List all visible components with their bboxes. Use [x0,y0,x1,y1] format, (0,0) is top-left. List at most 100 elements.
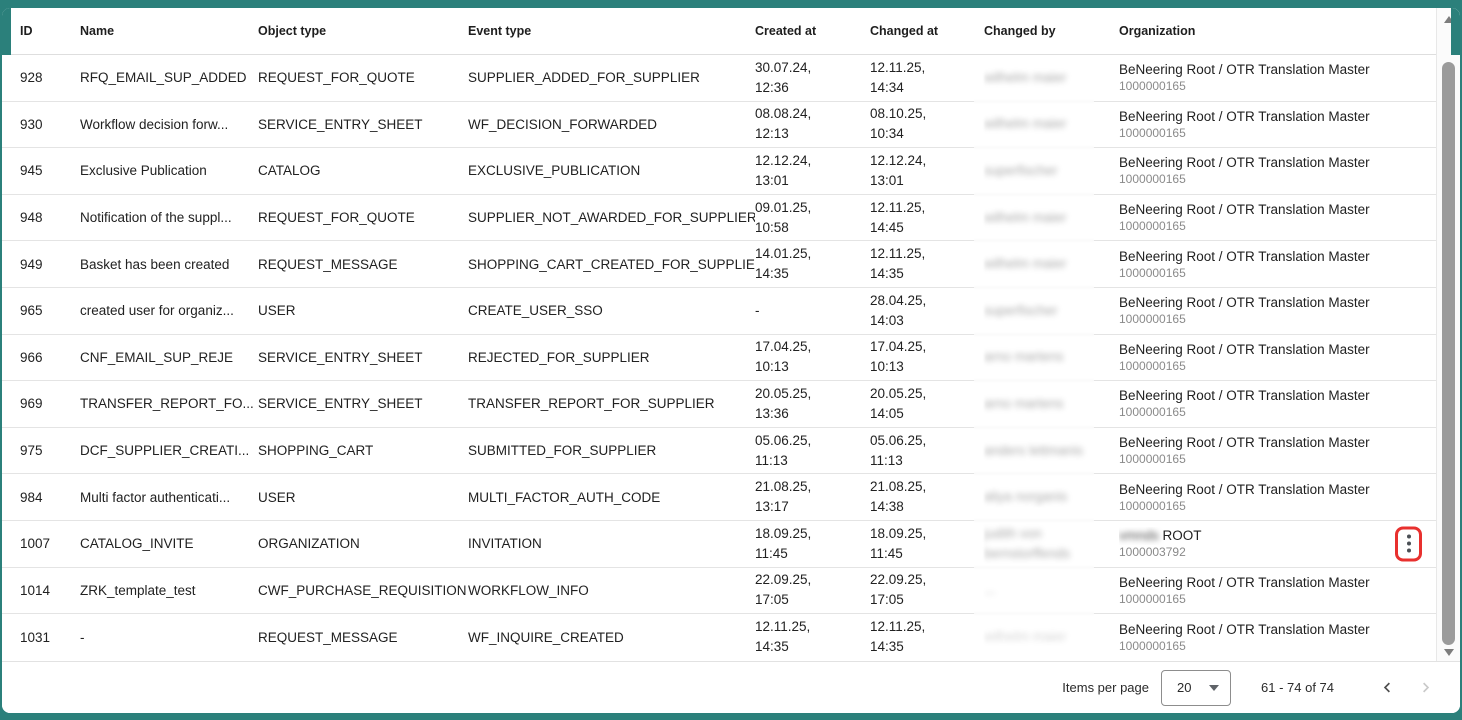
organization-id: 1000000165 [1119,592,1426,607]
cell-organization: BeNeering Root / OTR Translation Master1… [1119,481,1436,514]
cell-name: RFQ_EMAIL_SUP_ADDED [80,68,258,87]
cell-organization: vmnds ROOT1000003792 [1119,527,1436,560]
cell-id: 1007 [2,534,80,553]
cell-object-type: REQUEST_MESSAGE [258,255,468,274]
table-row[interactable]: 1007 CATALOG_INVITE ORGANIZATION INVITAT… [2,521,1436,568]
scrollbar-thumb[interactable] [1442,62,1455,645]
cell-event-type: SHOPPING_CART_CREATED_FOR_SUPPLIER [468,255,755,274]
cell-created-at: 18.09.25,11:45 [755,524,870,564]
table-row[interactable]: 930 Workflow decision forw... SERVICE_EN… [2,102,1436,149]
cell-changed-by-redacted: arno martens [984,394,1119,414]
frame-corner-left [2,8,11,55]
organization-id: 1000000165 [1119,219,1426,234]
organization-id: 1000000165 [1119,266,1426,281]
cell-object-type: SHOPPING_CART [258,441,468,460]
cell-organization: BeNeering Root / OTR Translation Master1… [1119,108,1436,141]
page-size-select[interactable]: 20 [1161,670,1231,706]
cell-organization: BeNeering Root / OTR Translation Master1… [1119,248,1436,281]
cell-changed-at: 21.08.25,14:38 [870,477,984,517]
cell-changed-at: 18.09.25,11:45 [870,524,984,564]
organization-id: 1000000165 [1119,126,1426,141]
chevron-right-icon [1418,680,1433,695]
cell-event-type: SUBMITTED_FOR_SUPPLIER [468,441,755,460]
cell-name: Basket has been created [80,255,258,274]
cell-id: 966 [2,348,80,367]
table-row[interactable]: 928 RFQ_EMAIL_SUP_ADDED REQUEST_FOR_QUOT… [2,55,1436,102]
kebab-dot [1407,535,1411,539]
cell-object-type: REQUEST_FOR_QUOTE [258,208,468,227]
cell-event-type: TRANSFER_REPORT_FOR_SUPPLIER [468,394,755,413]
table-row[interactable]: 949 Basket has been created REQUEST_MESS… [2,241,1436,288]
org-prefix-redacted: vmnds [1119,528,1159,543]
cell-name: Exclusive Publication [80,161,258,180]
cell-event-type: WORKFLOW_INFO [468,581,755,600]
row-actions-kebab-button[interactable] [1395,526,1422,561]
cell-created-at: 20.05.25,13:36 [755,384,870,424]
cell-event-type: SUPPLIER_NOT_AWARDED_FOR_SUPPLIER [468,208,755,227]
cell-id: 1014 [2,581,80,600]
organization-id: 1000003792 [1119,545,1426,560]
table-row[interactable]: 984 Multi factor authenticati... USER MU… [2,474,1436,521]
cell-object-type: SERVICE_ENTRY_SHEET [258,115,468,134]
cell-name: - [80,628,258,647]
table-row[interactable]: 1014 ZRK_template_test CWF_PURCHASE_REQU… [2,568,1436,615]
cell-changed-by-redacted: wilhelm maier [984,68,1119,88]
table-row[interactable]: 975 DCF_SUPPLIER_CREATI... SHOPPING_CART… [2,428,1436,475]
cell-changed-at: 12.11.25,14:45 [870,198,984,238]
cell-event-type: WF_DECISION_FORWARDED [468,115,755,134]
chevron-left-icon [1380,680,1395,695]
cell-created-at: 08.08.24,12:13 [755,104,870,144]
organization-id: 1000000165 [1119,359,1426,374]
cell-id: 1031 [2,628,80,647]
table-row[interactable]: 965 created user for organiz... USER CRE… [2,288,1436,335]
cell-organization: BeNeering Root / OTR Translation Master1… [1119,387,1436,420]
cell-name: TRANSFER_REPORT_FO... [80,394,258,413]
cell-changed-by-redacted: ... [984,580,1119,600]
cell-created-at: 09.01.25,10:58 [755,198,870,238]
page-range-label: 61 - 74 of 74 [1261,680,1334,695]
cell-id: 984 [2,488,80,507]
cell-event-type: SUPPLIER_ADDED_FOR_SUPPLIER [468,68,755,87]
column-header-event-type: Event type [468,24,755,38]
table-row[interactable]: 966 CNF_EMAIL_SUP_REJE SERVICE_ENTRY_SHE… [2,335,1436,382]
cell-id: 928 [2,68,80,87]
cell-event-type: WF_INQUIRE_CREATED [468,628,755,647]
cell-changed-by-redacted: arno martens [984,347,1119,367]
cell-changed-by-redacted: anders lettmanis [984,441,1119,461]
cell-changed-at: 08.10.25,10:34 [870,104,984,144]
cell-created-at: 30.07.24,12:36 [755,58,870,98]
cell-created-at: 14.01.25,14:35 [755,244,870,284]
cell-organization: BeNeering Root / OTR Translation Master1… [1119,294,1436,327]
cell-name: CATALOG_INVITE [80,534,258,553]
cell-object-type: REQUEST_MESSAGE [258,628,468,647]
scroll-down-button[interactable] [1437,645,1460,659]
cell-changed-at: 20.05.25,14:05 [870,384,984,424]
events-table: IDNameObject typeEvent typeCreated atCha… [2,8,1436,661]
cell-event-type: INVITATION [468,534,755,553]
table-card: IDNameObject typeEvent typeCreated atCha… [2,8,1460,713]
cell-object-type: ORGANIZATION [258,534,468,553]
column-header-created-at: Created at [755,24,870,38]
cell-id: 975 [2,441,80,460]
cell-changed-by-redacted: superfischer [984,301,1119,321]
cell-created-at: 21.08.25,13:17 [755,477,870,517]
organization-id: 1000000165 [1119,79,1426,94]
cell-changed-at: 17.04.25,10:13 [870,337,984,377]
table-row[interactable]: 948 Notification of the suppl... REQUEST… [2,195,1436,242]
table-row[interactable]: 1031 - REQUEST_MESSAGE WF_INQUIRE_CREATE… [2,614,1436,661]
table-row[interactable]: 969 TRANSFER_REPORT_FO... SERVICE_ENTRY_… [2,381,1436,428]
cell-created-at: 05.06.25,11:13 [755,431,870,471]
previous-page-button[interactable] [1368,669,1406,707]
cell-name: Notification of the suppl... [80,208,258,227]
cell-created-at: - [755,301,870,321]
cell-event-type: REJECTED_FOR_SUPPLIER [468,348,755,367]
cell-changed-at: 05.06.25,11:13 [870,431,984,471]
paginator-bar: Items per page 20 61 - 74 of 74 [2,661,1460,713]
table-row[interactable]: 945 Exclusive Publication CATALOG EXCLUS… [2,148,1436,195]
cell-organization: BeNeering Root / OTR Translation Master1… [1119,154,1436,187]
cell-id: 969 [2,394,80,413]
next-page-button[interactable] [1406,669,1444,707]
organization-id: 1000000165 [1119,452,1426,467]
vertical-scrollbar[interactable] [1436,8,1460,661]
cell-name: created user for organiz... [80,301,258,320]
